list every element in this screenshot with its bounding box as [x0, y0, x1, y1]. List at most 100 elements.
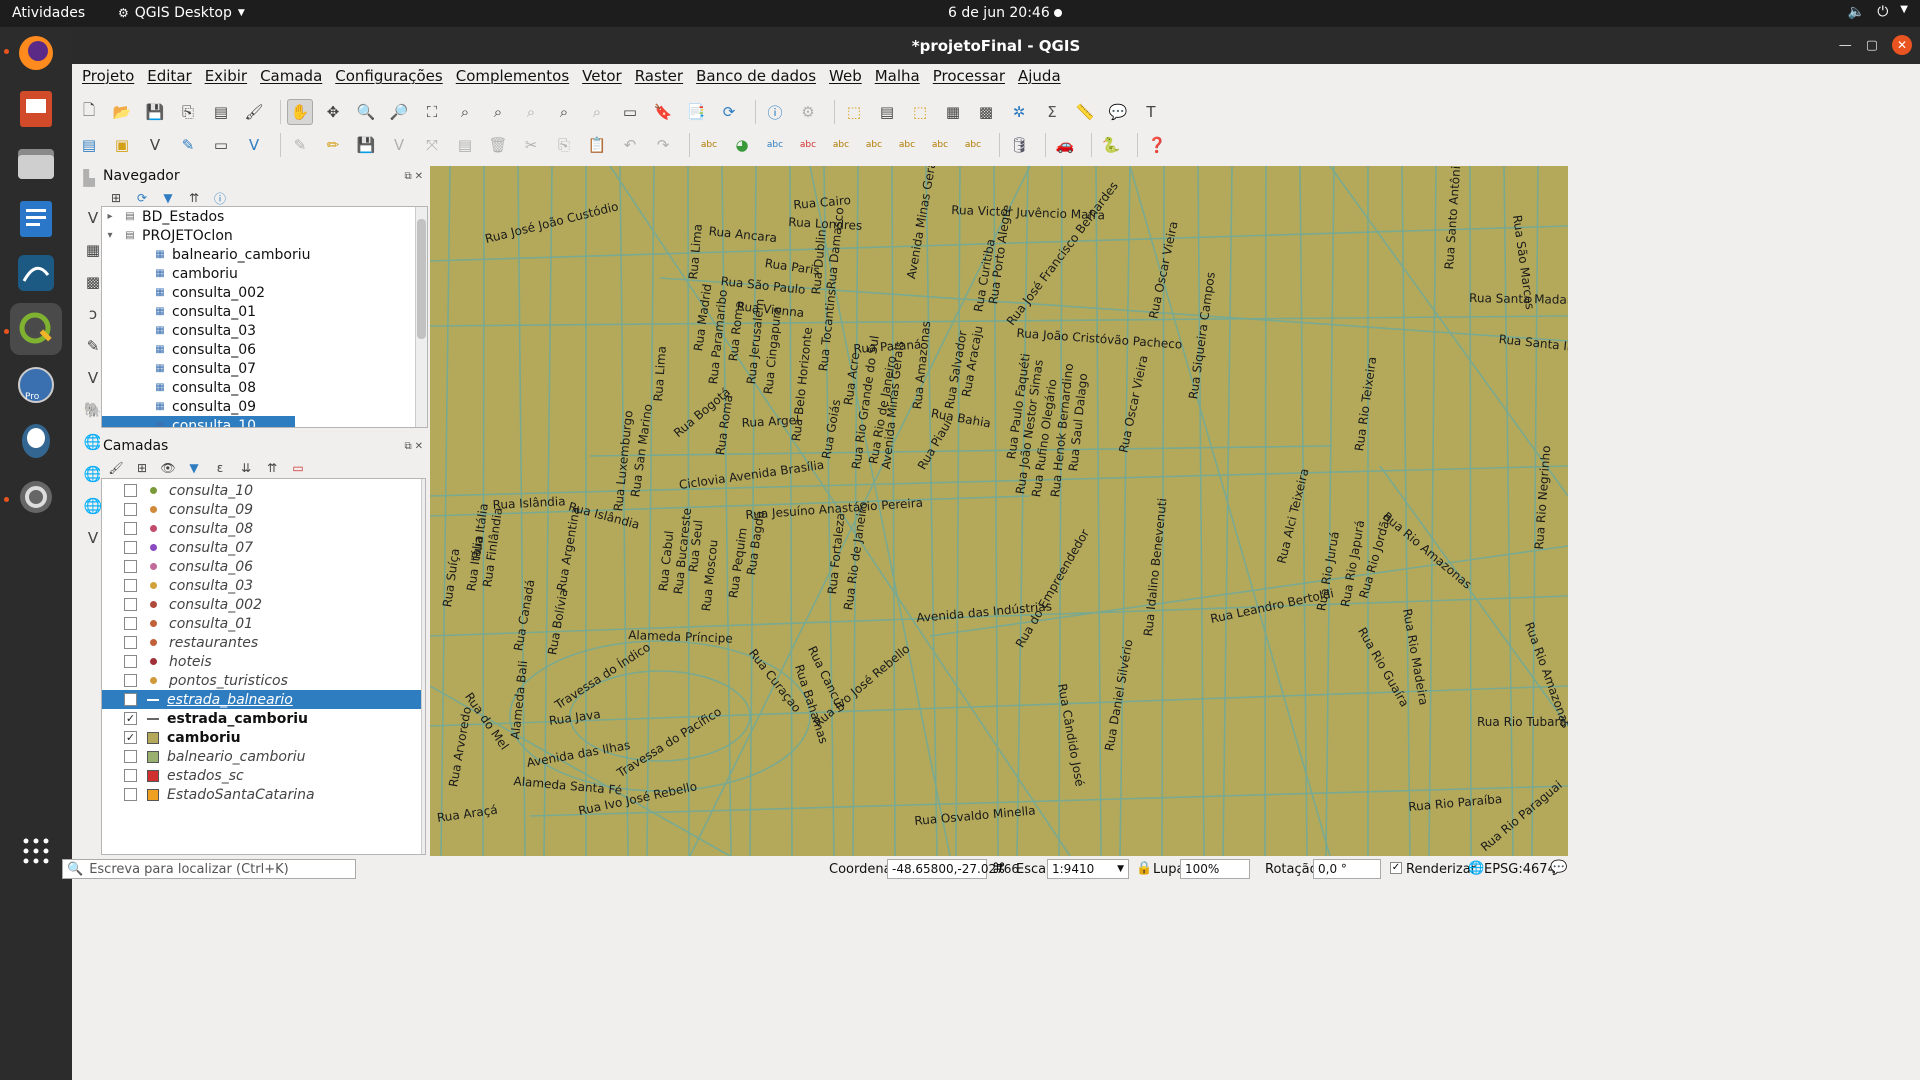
zoom-full-icon[interactable]: ⛶: [419, 99, 445, 125]
remove-layer-icon[interactable]: ▭: [288, 458, 308, 478]
select-by-value-icon[interactable]: ▤: [874, 99, 900, 125]
layer-item[interactable]: hoteis: [102, 652, 425, 671]
layer-item[interactable]: balneario_camboriu: [102, 747, 425, 766]
layer-item[interactable]: ✓ camboriu: [102, 728, 425, 747]
menu-complementos[interactable]: Complementos: [456, 67, 569, 85]
pan-to-selection-icon[interactable]: ✥: [320, 99, 346, 125]
measure-icon[interactable]: 📏: [1072, 99, 1098, 125]
diagram-options-icon[interactable]: ◕: [729, 132, 755, 158]
attribute-table-icon[interactable]: ▦: [940, 99, 966, 125]
new-bookmark-icon[interactable]: 🔖: [650, 99, 676, 125]
navigator-item[interactable]: ▦ consulta_06: [102, 340, 427, 359]
new-temporary-layer-icon[interactable]: ▭: [208, 132, 234, 158]
layer-visibility-checkbox[interactable]: [124, 674, 137, 687]
pin-labels-icon[interactable]: abc: [828, 132, 854, 158]
layer-visibility-checkbox[interactable]: [124, 750, 137, 763]
menu-camada[interactable]: Camada: [260, 67, 322, 85]
layer-item[interactable]: consulta_09: [102, 500, 425, 519]
navigator-item[interactable]: ▦ consulta_07: [102, 359, 427, 378]
menu-configuracoes[interactable]: Configurações: [335, 67, 442, 85]
layer-item[interactable]: consulta_06: [102, 557, 425, 576]
new-project-icon[interactable]: 🗋: [76, 99, 102, 125]
impress-icon[interactable]: [10, 83, 62, 135]
align-icon[interactable]: ▙: [76, 165, 102, 191]
layer-visibility-checkbox[interactable]: ✓: [124, 731, 137, 744]
system-tray[interactable]: 🔈 ⏻ ▼: [1848, 4, 1908, 20]
layer-visibility-checkbox[interactable]: [124, 503, 137, 516]
add-selected-layers-icon[interactable]: ⊞: [106, 188, 126, 208]
window-titlebar[interactable]: *projetoFinal - QGIS — ▢ ✕: [72, 27, 1920, 64]
layer-item[interactable]: EstadoSantaCatarina: [102, 785, 425, 804]
menu-ajuda[interactable]: Ajuda: [1018, 67, 1061, 85]
new-map-view-icon[interactable]: ▭: [617, 99, 643, 125]
close-panel-icon[interactable]: ✕: [415, 441, 423, 452]
layer-item[interactable]: consulta_10: [102, 481, 425, 500]
show-bookmarks-icon[interactable]: 📑: [683, 99, 709, 125]
layer-visibility-checkbox[interactable]: ✓: [124, 712, 137, 725]
layer-item[interactable]: pontos_turisticos: [102, 671, 425, 690]
layer-visibility-checkbox[interactable]: [124, 636, 137, 649]
menu-exibir[interactable]: Exibir: [205, 67, 247, 85]
float-panel-icon[interactable]: ⧉: [404, 441, 411, 452]
save-edits-icon[interactable]: 💾: [353, 132, 379, 158]
layer-item[interactable]: consulta_07: [102, 538, 425, 557]
copy-features-icon[interactable]: ⎘: [551, 132, 577, 158]
layer-visibility-checkbox[interactable]: [124, 484, 137, 497]
refresh-icon[interactable]: ⟳: [716, 99, 742, 125]
menu-malha[interactable]: Malha: [875, 67, 920, 85]
filter-legend-icon[interactable]: ▼: [184, 458, 204, 478]
navigator-item[interactable]: ▦ consulta_03: [102, 321, 427, 340]
layer-visibility-checkbox[interactable]: [124, 617, 137, 630]
rotate-label-icon[interactable]: abc: [927, 132, 953, 158]
layer-visibility-checkbox[interactable]: [124, 693, 137, 706]
zoom-in-icon[interactable]: 🔍: [353, 99, 379, 125]
new-shapefile-icon[interactable]: V: [142, 132, 168, 158]
navigator-item[interactable]: ▦ balneario_camboriu: [102, 245, 427, 264]
new-spatialite-icon[interactable]: ✎: [175, 132, 201, 158]
menu-projeto[interactable]: Projeto: [82, 67, 134, 85]
plugin-icon[interactable]: 🚗: [1052, 132, 1078, 158]
vertex-tool-icon[interactable]: ⤧: [419, 132, 445, 158]
show-hide-labels-icon[interactable]: abc: [861, 132, 887, 158]
save-project-icon[interactable]: 💾: [142, 99, 168, 125]
filter-icon[interactable]: ▼: [158, 188, 178, 208]
layer-visibility-checkbox[interactable]: [124, 541, 137, 554]
navigator-item[interactable]: ▦ consulta_002: [102, 283, 427, 302]
label-toolbar-icon[interactable]: abc: [696, 132, 722, 158]
redo-icon[interactable]: ↷: [650, 132, 676, 158]
layer-item[interactable]: consulta_01: [102, 614, 425, 633]
expand-all-icon[interactable]: ⇊: [236, 458, 256, 478]
zoom-native-icon[interactable]: ⌕: [518, 99, 544, 125]
menu-editar[interactable]: Editar: [147, 67, 191, 85]
navigator-item[interactable]: ▦ consulta_09: [102, 397, 427, 416]
layout-manager-icon[interactable]: ▤: [208, 99, 234, 125]
close-icon[interactable]: ✕: [1892, 35, 1912, 55]
open-project-icon[interactable]: 📂: [109, 99, 135, 125]
new-geopackage-icon[interactable]: ▣: [109, 132, 135, 158]
move-label-icon[interactable]: abc: [894, 132, 920, 158]
processing-toolbox-icon[interactable]: ✲: [1006, 99, 1032, 125]
toggle-extents-icon[interactable]: ⌘: [992, 861, 1006, 877]
layer-visibility-checkbox[interactable]: [124, 655, 137, 668]
navigator-tree[interactable]: ▸ ▤ BD_Estados ▾ ▤ PROJETOclon ▦ balneario_camb…: [101, 206, 428, 428]
lock-scale-icon[interactable]: 🔒: [1136, 861, 1152, 876]
paste-features-icon[interactable]: 📋: [584, 132, 610, 158]
layer-item[interactable]: consulta_08: [102, 519, 425, 538]
files-icon[interactable]: [10, 137, 62, 189]
scale-field[interactable]: 1:9410 ▼: [1047, 859, 1129, 879]
deselect-all-icon[interactable]: ⬚: [907, 99, 933, 125]
layer-item[interactable]: ✓ estrada_camboriu: [102, 709, 425, 728]
layer-visibility-checkbox[interactable]: [124, 579, 137, 592]
float-panel-icon[interactable]: ⧉: [404, 171, 411, 182]
layer-visibility-checkbox[interactable]: [124, 598, 137, 611]
navigator-item[interactable]: ▦ consulta_08: [102, 378, 427, 397]
add-group-icon[interactable]: ⊞: [132, 458, 152, 478]
toggle-editing-icon[interactable]: ✏: [320, 132, 346, 158]
current-edits-icon[interactable]: ✎: [287, 132, 313, 158]
collapse-all-icon[interactable]: ⇈: [262, 458, 282, 478]
layers-tree[interactable]: consulta_10 consulta_09 consulta_08 consult…: [101, 478, 426, 855]
statistical-summary-icon[interactable]: Σ: [1039, 99, 1065, 125]
text-annotation-icon[interactable]: T: [1138, 99, 1164, 125]
style-manager-icon[interactable]: 🖌: [241, 99, 267, 125]
style-panel-icon[interactable]: 🖌: [106, 458, 126, 478]
